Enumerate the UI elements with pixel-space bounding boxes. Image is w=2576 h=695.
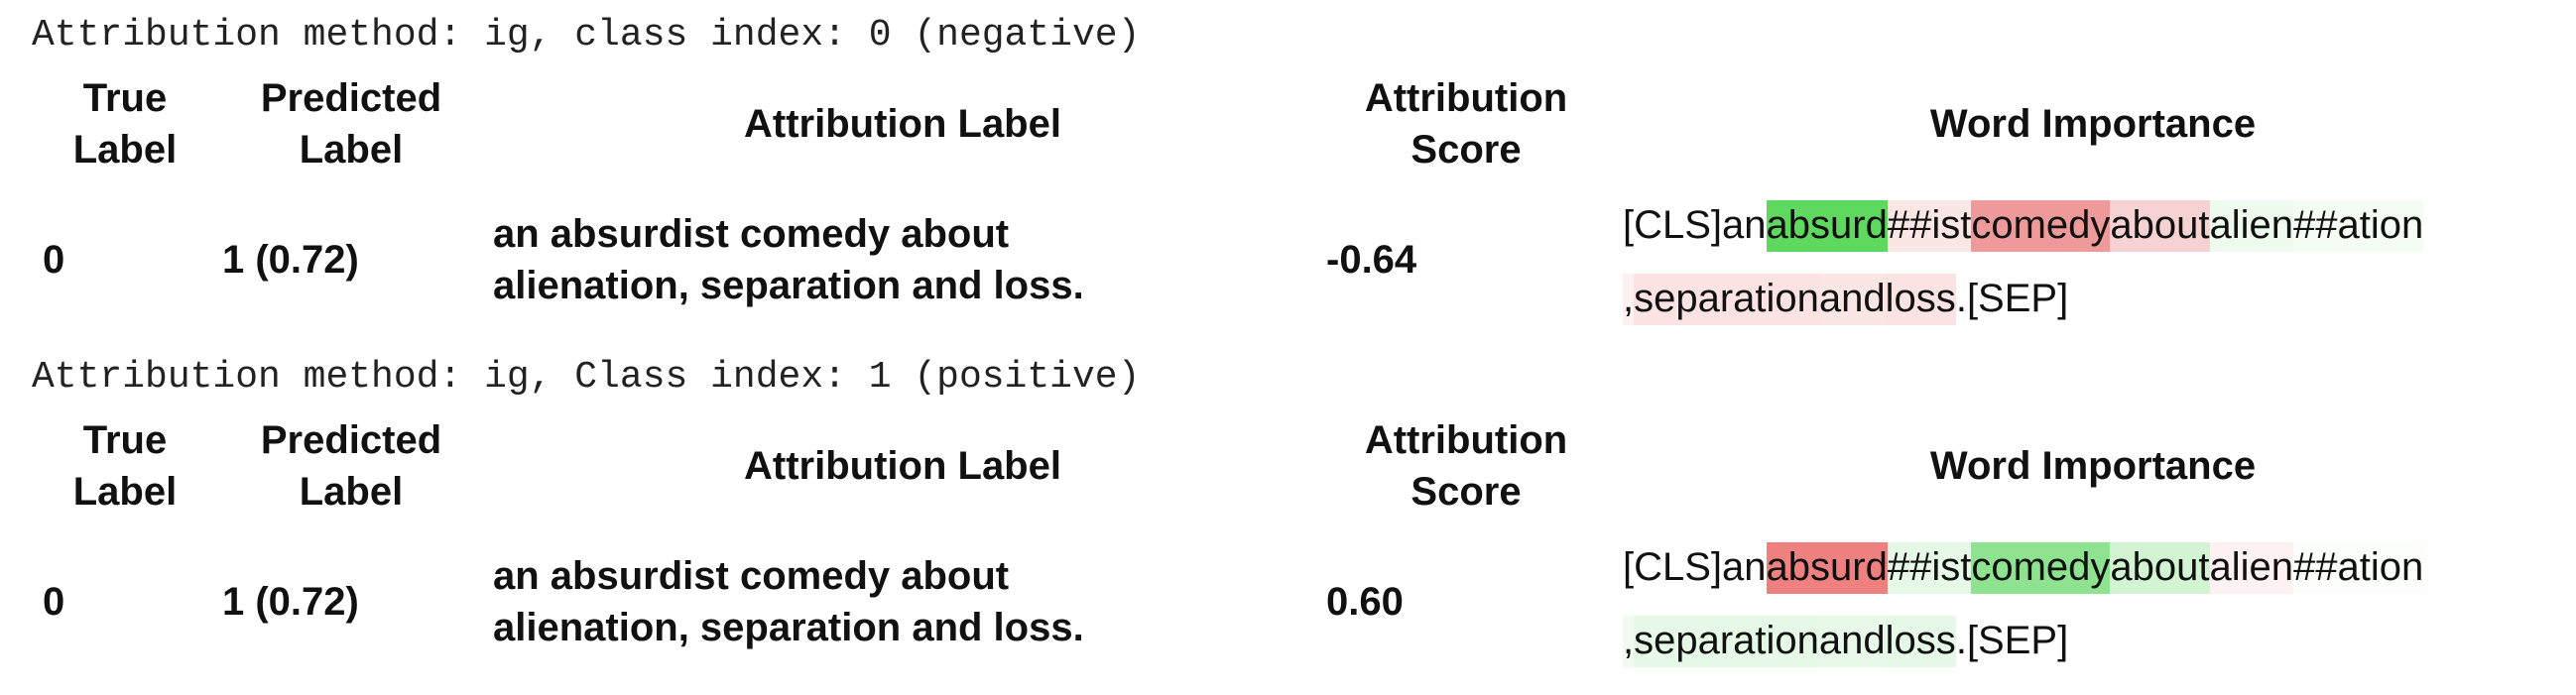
token: , bbox=[1623, 274, 1635, 325]
token: ##ation bbox=[2293, 542, 2424, 594]
token: loss bbox=[1885, 616, 1956, 667]
attribution-table-negative: Attribution method: ig, class index: 0 (… bbox=[0, 0, 2576, 342]
header-attribution-score: Attribution Score bbox=[1364, 418, 1568, 514]
attribution-score-value: -0.64 bbox=[1326, 238, 1417, 282]
token: about bbox=[2110, 542, 2210, 594]
attribution-score-value: 0.60 bbox=[1326, 580, 1404, 624]
true-label-value: 0 bbox=[43, 580, 65, 624]
token: an bbox=[1722, 542, 1767, 594]
attribution-label-value: an absurdist comedy about alienation, se… bbox=[493, 554, 1084, 649]
header-attribution-label: Attribution Label bbox=[744, 444, 1061, 488]
header-true-label: True Label bbox=[72, 76, 178, 172]
token: absurd bbox=[1766, 200, 1888, 252]
predicted-label-value: 1 (0.72) bbox=[222, 580, 359, 624]
header-word-importance: Word Importance bbox=[1929, 102, 2257, 146]
token: . bbox=[1955, 274, 1967, 325]
true-label-value: 0 bbox=[43, 238, 65, 282]
token: and bbox=[1818, 274, 1886, 325]
token: absurd bbox=[1766, 542, 1888, 594]
predicted-label-value: 1 (0.72) bbox=[222, 238, 359, 282]
token: alien bbox=[2209, 200, 2294, 252]
header-attribution-score: Attribution Score bbox=[1364, 76, 1568, 172]
attribution-label-value: an absurdist comedy about alienation, se… bbox=[493, 212, 1084, 307]
token: an bbox=[1722, 200, 1767, 252]
token: comedy bbox=[1971, 542, 2111, 594]
token: about bbox=[2110, 200, 2210, 252]
token: ##ation bbox=[2293, 200, 2424, 252]
method-line: Attribution method: ig, Class index: 1 (… bbox=[32, 356, 1141, 399]
token: , bbox=[1623, 616, 1635, 667]
word-importance-tokens: [CLS] an absurd ##ist comedy about alien… bbox=[1623, 530, 2575, 677]
header-true-label: True Label bbox=[72, 418, 178, 514]
token: [CLS] bbox=[1623, 542, 1723, 594]
method-line: Attribution method: ig, class index: 0 (… bbox=[32, 14, 1141, 57]
token: [SEP] bbox=[1966, 616, 2069, 667]
header-word-importance: Word Importance bbox=[1929, 444, 2257, 488]
token: [CLS] bbox=[1623, 200, 1723, 252]
token: [SEP] bbox=[1966, 274, 2069, 325]
header-predicted-label: Predicted Label bbox=[260, 76, 442, 172]
token: . bbox=[1955, 616, 1967, 667]
attribution-table-positive: Attribution method: ig, Class index: 1 (… bbox=[0, 342, 2576, 695]
token: alien bbox=[2209, 542, 2294, 594]
token: loss bbox=[1885, 274, 1956, 325]
token: comedy bbox=[1971, 200, 2111, 252]
word-importance-tokens: [CLS] an absurd ##ist comedy about alien… bbox=[1623, 188, 2575, 335]
header-predicted-label: Predicted Label bbox=[260, 418, 442, 514]
token: ##ist bbox=[1887, 542, 1972, 594]
token: separation bbox=[1634, 274, 1819, 325]
header-attribution-label: Attribution Label bbox=[744, 102, 1061, 146]
token: and bbox=[1818, 616, 1886, 667]
token: ##ist bbox=[1887, 200, 1972, 252]
token: separation bbox=[1634, 616, 1819, 667]
